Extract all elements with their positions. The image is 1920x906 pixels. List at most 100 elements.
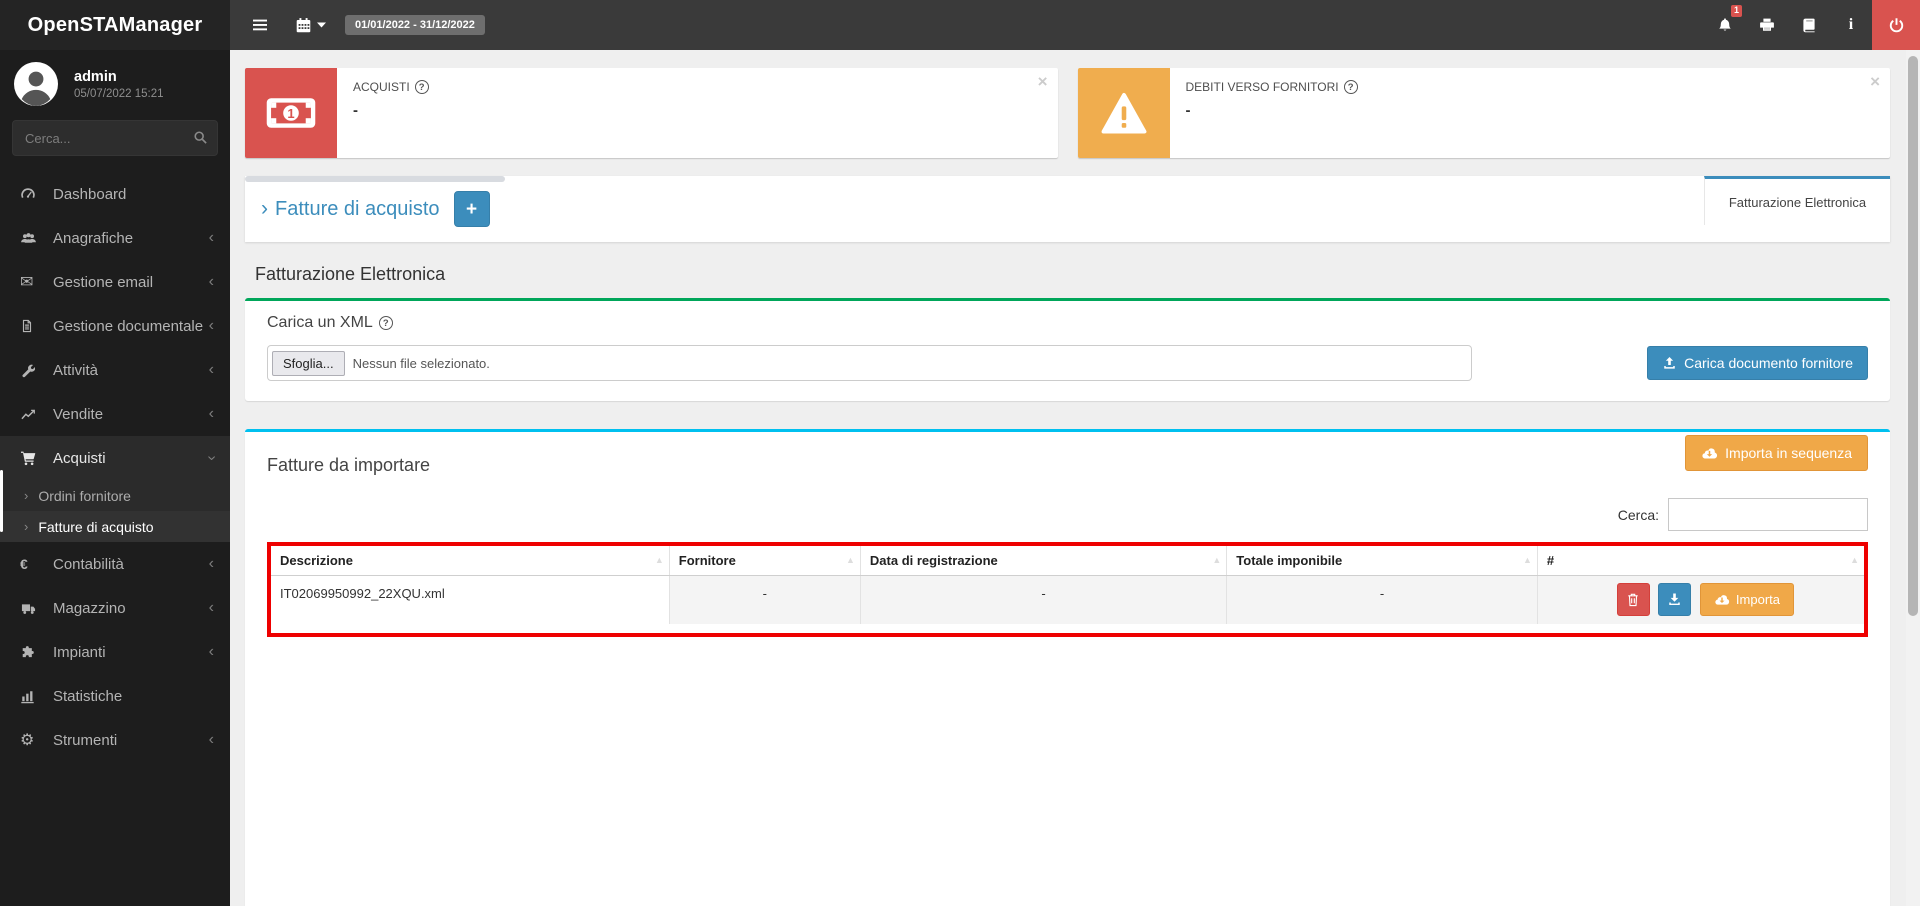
import-button[interactable]: Importa bbox=[1699, 583, 1794, 617]
dashboard-icon bbox=[20, 186, 44, 202]
date-range-badge[interactable]: 01/01/2022 - 31/12/2022 bbox=[345, 15, 485, 35]
sidebar-item-attivita[interactable]: Attività bbox=[0, 348, 230, 392]
download-button[interactable] bbox=[1658, 583, 1692, 617]
sidebar-item-anagrafiche[interactable]: Anagrafiche bbox=[0, 216, 230, 260]
document-icon bbox=[20, 318, 44, 334]
period-calendar-button[interactable] bbox=[282, 0, 339, 50]
module-title-link[interactable]: Fatture di acquisto bbox=[275, 198, 440, 221]
sidebar-item-contabilita[interactable]: Contabilità bbox=[0, 542, 230, 586]
sidebar-subitem-fatture-di-acquisto[interactable]: Fatture di acquisto bbox=[0, 511, 230, 542]
close-icon[interactable] bbox=[1038, 72, 1048, 92]
sidebar-toggle-button[interactable] bbox=[238, 0, 282, 50]
sidebar-item-statistiche[interactable]: Statistiche bbox=[0, 674, 230, 718]
delete-button[interactable] bbox=[1616, 583, 1650, 617]
upload-supplier-document-button[interactable]: Carica documento fornitore bbox=[1647, 346, 1868, 380]
info-box-label: ACQUISTI bbox=[353, 80, 410, 94]
sidebar-search bbox=[12, 120, 218, 156]
add-record-button[interactable]: + bbox=[453, 191, 490, 227]
cell-actions: Importa bbox=[1536, 575, 1864, 624]
info-icon bbox=[1849, 16, 1853, 34]
sidebar-item-gestione-email[interactable]: Gestione email bbox=[0, 260, 230, 304]
sidebar-item-vendite[interactable]: Vendite bbox=[0, 392, 230, 436]
chevron-right-icon bbox=[24, 519, 28, 534]
upload-panel-title: Carica un XML bbox=[267, 314, 373, 331]
main-content: 1 ACQUISTI - DEBITI VERSO FORNITORI - bbox=[230, 50, 1906, 906]
sidebar-scrollbar-thumb[interactable] bbox=[0, 470, 3, 532]
import-table: Descrizione Fornitore Data di registrazi… bbox=[271, 546, 1864, 624]
import-sequence-button[interactable]: Importa in sequenza bbox=[1685, 435, 1868, 471]
sidebar-group-acquisti: Acquisti Ordini fornitore Fatture di acq… bbox=[0, 436, 230, 542]
trash-icon bbox=[1626, 592, 1640, 607]
login-datetime: 05/07/2022 15:21 bbox=[74, 87, 164, 100]
line-chart-icon bbox=[20, 407, 44, 422]
hamburger-icon bbox=[251, 17, 269, 33]
user-name: admin bbox=[74, 68, 117, 85]
help-question-icon[interactable] bbox=[1343, 80, 1358, 94]
browse-file-button[interactable]: Sfoglia... bbox=[272, 350, 345, 376]
logout-button[interactable] bbox=[1872, 0, 1920, 50]
info-box-label: DEBITI VERSO FORNITORI bbox=[1185, 80, 1339, 94]
search-icon[interactable] bbox=[193, 130, 208, 145]
sidebar-search-input[interactable] bbox=[12, 120, 218, 156]
info-box-value: - bbox=[1185, 102, 1191, 119]
help-question-icon[interactable] bbox=[414, 80, 429, 94]
wrench-icon bbox=[20, 363, 44, 378]
manual-book-button[interactable] bbox=[1788, 0, 1830, 50]
sort-icon bbox=[846, 555, 855, 565]
column-header-azioni[interactable]: # bbox=[1536, 546, 1864, 576]
sidebar-item-strumenti[interactable]: Strumenti bbox=[0, 718, 230, 762]
app-title: OpenSTAManager bbox=[27, 13, 203, 36]
sidebar-item-dashboard[interactable]: Dashboard bbox=[0, 172, 230, 216]
cloud-download-icon bbox=[1701, 446, 1718, 460]
cell-data-registrazione: - bbox=[859, 575, 1227, 624]
sidebar-item-acquisti[interactable]: Acquisti bbox=[0, 436, 230, 480]
sidebar-item-gestione-documentale[interactable]: Gestione documentale bbox=[0, 304, 230, 348]
euro-icon bbox=[20, 556, 44, 572]
tab-fatturazione-elettronica[interactable]: Fatturazione Elettronica bbox=[1704, 176, 1890, 225]
notification-count-badge: 1 bbox=[1730, 5, 1742, 17]
file-input[interactable]: Sfoglia... Nessun file selezionato. bbox=[267, 345, 1472, 381]
truck-icon bbox=[20, 601, 44, 616]
info-button[interactable] bbox=[1830, 0, 1872, 50]
chevron-left-icon bbox=[209, 362, 214, 378]
cell-fornitore: - bbox=[668, 575, 861, 624]
help-question-icon[interactable] bbox=[378, 316, 393, 330]
chevron-left-icon bbox=[209, 230, 214, 246]
cell-totale-imponibile: - bbox=[1226, 575, 1538, 624]
column-header-fornitore[interactable]: Fornitore bbox=[668, 546, 861, 576]
import-table-highlight: Descrizione Fornitore Data di registrazi… bbox=[267, 542, 1868, 637]
printer-icon bbox=[1759, 17, 1775, 33]
power-icon bbox=[1888, 17, 1905, 34]
column-header-totale-imponibile[interactable]: Totale imponibile bbox=[1226, 546, 1538, 576]
sidebar-menu: Dashboard Anagrafiche Gestione email Ges… bbox=[0, 172, 230, 762]
sort-icon bbox=[1212, 555, 1221, 565]
warning-icon bbox=[1077, 68, 1170, 158]
page-scrollbar-thumb[interactable] bbox=[1908, 56, 1918, 616]
upload-icon bbox=[1662, 356, 1677, 371]
sidebar-subitem-ordini-fornitore[interactable]: Ordini fornitore bbox=[0, 480, 230, 511]
upload-xml-panel: Carica un XML Sfoglia... Nessun file sel… bbox=[245, 298, 1890, 401]
bell-icon bbox=[1717, 17, 1733, 33]
page-title: Fatturazione Elettronica bbox=[255, 264, 446, 284]
gear-icon bbox=[20, 730, 44, 750]
envelope-icon bbox=[20, 272, 44, 292]
download-icon bbox=[1667, 592, 1682, 607]
table-search-input[interactable] bbox=[1668, 498, 1868, 531]
acquisti-submenu: Ordini fornitore Fatture di acquisto bbox=[0, 480, 230, 542]
info-box-acquisti: 1 ACQUISTI - bbox=[245, 68, 1058, 158]
table-header-row: Descrizione Fornitore Data di registrazi… bbox=[271, 546, 1864, 576]
sidebar-item-impianti[interactable]: Impianti bbox=[0, 630, 230, 674]
app-logo[interactable]: OpenSTAManager bbox=[0, 0, 230, 50]
import-invoices-panel: Fatture da importare Importa in sequenza… bbox=[245, 429, 1890, 906]
info-box-row: 1 ACQUISTI - DEBITI VERSO FORNITORI - bbox=[245, 68, 1890, 158]
column-header-descrizione[interactable]: Descrizione bbox=[271, 546, 670, 576]
chevron-right-icon bbox=[24, 488, 28, 503]
column-header-data-registrazione[interactable]: Data di registrazione bbox=[859, 546, 1227, 576]
print-button[interactable] bbox=[1746, 0, 1788, 50]
close-icon[interactable] bbox=[1870, 72, 1880, 92]
info-box-value: - bbox=[353, 102, 358, 119]
sidebar-item-magazzino[interactable]: Magazzino bbox=[0, 586, 230, 630]
chevron-down-icon bbox=[203, 455, 219, 460]
notifications-button[interactable]: 1 bbox=[1704, 0, 1746, 50]
chevron-left-icon bbox=[209, 600, 214, 616]
